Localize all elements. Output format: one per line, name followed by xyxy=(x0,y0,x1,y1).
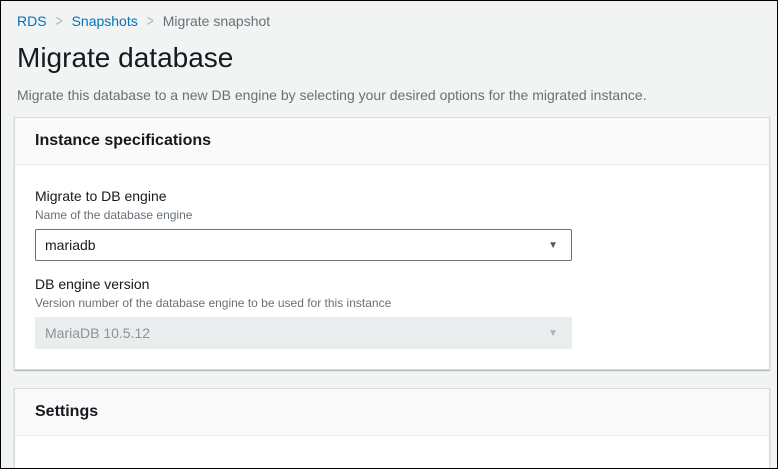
breadcrumb: RDS > Snapshots > Migrate snapshot xyxy=(17,13,761,29)
db-engine-help-text: Name of the database engine xyxy=(35,207,749,223)
breadcrumb-link-rds[interactable]: RDS xyxy=(17,13,47,29)
db-engine-select[interactable]: mariadb ▼ xyxy=(35,229,572,261)
instance-specifications-title: Instance specifications xyxy=(35,131,749,151)
page-description: Migrate this database to a new DB engine… xyxy=(17,85,761,105)
instance-specifications-body: Migrate to DB engine Name of the databas… xyxy=(15,165,769,369)
db-engine-version-label: DB engine version xyxy=(35,275,749,293)
rds-migrate-database-page: RDS > Snapshots > Migrate snapshot Migra… xyxy=(0,0,778,469)
breadcrumb-chevron-icon: > xyxy=(147,11,154,32)
db-engine-version-select-disabled: MariaDB 10.5.12 ▼ xyxy=(35,317,572,349)
chevron-down-icon: ▼ xyxy=(548,328,558,339)
chevron-down-icon: ▼ xyxy=(548,240,558,251)
settings-body xyxy=(15,436,769,469)
settings-card: Settings xyxy=(14,388,770,469)
breadcrumb-chevron-icon: > xyxy=(56,11,63,32)
instance-specifications-header: Instance specifications xyxy=(15,118,769,165)
settings-header: Settings xyxy=(15,389,769,436)
settings-title: Settings xyxy=(35,402,749,422)
db-engine-select-value: mariadb xyxy=(45,237,96,253)
db-engine-version-help-text: Version number of the database engine to… xyxy=(35,295,749,311)
db-engine-label: Migrate to DB engine xyxy=(35,187,749,205)
breadcrumb-current-page: Migrate snapshot xyxy=(163,13,270,29)
migrate-to-db-engine-field: Migrate to DB engine Name of the databas… xyxy=(35,187,749,261)
breadcrumb-link-snapshots[interactable]: Snapshots xyxy=(72,13,138,29)
db-engine-version-select-value: MariaDB 10.5.12 xyxy=(45,325,150,341)
db-engine-version-field: DB engine version Version number of the … xyxy=(35,275,749,349)
page-title: Migrate database xyxy=(17,41,761,75)
instance-specifications-card: Instance specifications Migrate to DB en… xyxy=(14,117,770,370)
